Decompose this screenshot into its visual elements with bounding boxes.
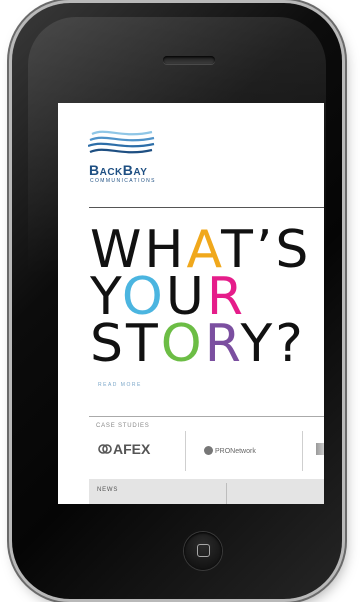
client-logo-partner-text: PRONetwork [215,448,256,455]
backbay-waves-logo-icon[interactable] [88,128,156,160]
hero-headline: WHAT’S YOUR STORY? [90,224,311,370]
headline-segment: Y? [240,314,306,374]
client-logo-partner[interactable]: PRONetwork [204,446,256,455]
brand-tagline: COMMUNICATIONS [90,178,156,184]
earpiece-speaker [163,56,215,64]
client-logo-afex[interactable]: AFEX [98,441,150,457]
news-section[interactable]: NEWS [89,479,324,504]
case-studies-label: CASE STUDIES [96,423,150,429]
logo-separator [185,431,186,471]
afex-mark-icon [98,444,112,454]
section-divider [89,416,324,417]
headline-segment: R [204,314,241,374]
home-square-icon [197,544,210,557]
headline-segment: O [160,314,205,374]
client-logo-afex-text: AFEX [113,441,151,457]
home-button[interactable] [184,532,222,570]
news-label: NEWS [97,487,119,493]
header-divider [89,207,324,208]
phone-screen: BackBay COMMUNICATIONS WHAT’S YOUR STORY… [58,103,324,504]
client-logo-partial[interactable] [316,443,324,455]
partner-seal-icon [204,446,213,455]
read-more-link[interactable]: READ MORE [98,382,142,388]
headline-segment: ST [90,314,161,374]
hero-line-3: STORY? [90,318,311,370]
brand-name[interactable]: BackBay [89,162,147,178]
news-divider [226,483,227,504]
logo-separator [302,431,303,471]
